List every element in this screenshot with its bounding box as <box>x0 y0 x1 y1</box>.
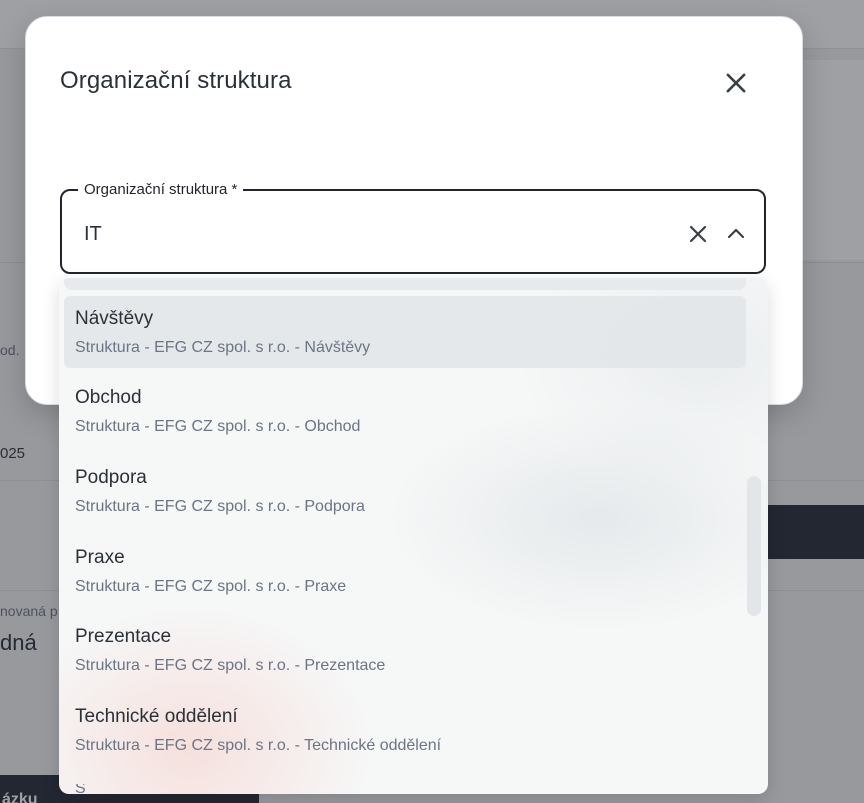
dialog-title: Organizační struktura <box>60 67 292 94</box>
option-path: Struktura - EFG CZ spol. s r.o. - Prezen… <box>75 657 386 674</box>
list-item[interactable]: Praxe Struktura - EFG CZ spol. s r.o. - … <box>64 535 746 607</box>
field-label: Organizační struktura * <box>78 181 244 199</box>
list-item[interactable]: Obchod Struktura - EFG CZ spol. s r.o. -… <box>64 375 746 447</box>
option-title: Podpora <box>75 467 147 488</box>
option-title: Praxe <box>75 547 125 568</box>
list-item[interactable]: Návštěvy Struktura - EFG CZ spol. s r.o.… <box>64 296 746 368</box>
organization-structure-select[interactable]: Organizační struktura * IT <box>60 181 766 274</box>
options-listbox[interactable]: Návštěvy Struktura - EFG CZ spol. s r.o.… <box>59 278 768 794</box>
list-item-partial[interactable] <box>64 278 746 290</box>
option-path: Struktura - EFG CZ spol. s r.o. - Podpor… <box>75 498 365 515</box>
scrollbar-thumb[interactable] <box>747 476 761 616</box>
option-title: Obchod <box>75 387 142 408</box>
chevron-up-icon[interactable] <box>724 222 748 246</box>
option-title: Technické oddělení <box>75 706 238 727</box>
list-item[interactable]: Prezentace Struktura - EFG CZ spol. s r.… <box>64 614 746 686</box>
option-title: Návštěvy <box>75 308 154 329</box>
list-item[interactable]: Technické oddělení Struktura - EFG CZ sp… <box>64 694 746 766</box>
option-title: Prezentace <box>75 626 172 647</box>
clear-icon[interactable] <box>686 222 710 246</box>
option-path: Struktura - EFG CZ spol. s r.o. - Praxe <box>75 578 347 595</box>
field-value[interactable]: IT <box>84 222 102 246</box>
option-path: Struktura - EFG CZ spol. s r.o. - Techni… <box>75 737 442 754</box>
option-path: Struktura - EFG CZ spol. s r.o. - Návště… <box>75 339 371 356</box>
close-icon[interactable] <box>722 69 750 97</box>
option-path: Struktura - EFG CZ spol. s r.o. - Obchod <box>75 418 361 435</box>
list-item-partial[interactable]: Š <box>75 784 95 794</box>
list-item[interactable]: Podpora Struktura - EFG CZ spol. s r.o. … <box>64 455 746 527</box>
